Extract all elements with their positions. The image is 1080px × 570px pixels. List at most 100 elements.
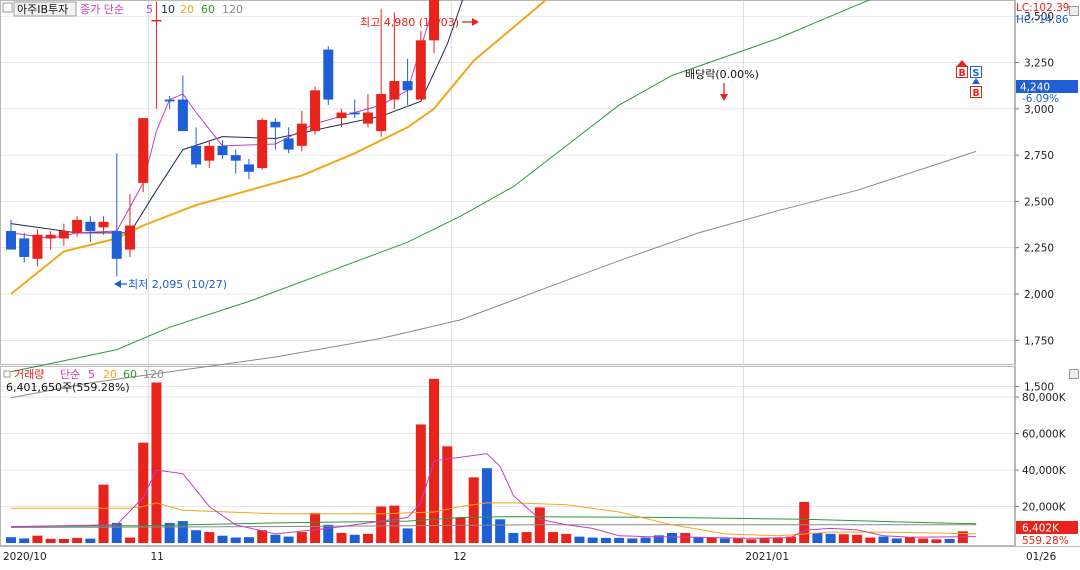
volume-tick-label: 40,000K — [1022, 465, 1067, 477]
volume-bar — [283, 536, 294, 543]
price-tick-label: 3,250 — [1024, 58, 1054, 70]
volume-bar — [336, 532, 347, 543]
price-tick-label: 2,750 — [1024, 150, 1054, 162]
volume-bar — [138, 442, 149, 543]
candle-body — [336, 112, 347, 119]
x-axis-label: 2020/10 — [3, 551, 47, 563]
volume-bar — [310, 512, 321, 543]
current-volume-pct: 559.28% — [1022, 535, 1069, 547]
volume-bar — [587, 537, 598, 543]
vlegend-ma5: 5 — [88, 368, 95, 381]
volume-bar — [825, 533, 836, 543]
volume-bar — [746, 539, 757, 543]
candle — [415, 31, 426, 100]
candle — [310, 86, 321, 135]
volume-bar — [217, 535, 228, 543]
x-axis-label: 11 — [150, 551, 163, 563]
volume-legend-icon[interactable] — [3, 370, 11, 378]
volume-bar — [296, 532, 307, 543]
volume-bar — [442, 446, 453, 543]
price-panel-frame — [0, 0, 1015, 365]
volume-bar — [759, 538, 770, 543]
hc-label: HC:-14.86 — [1016, 14, 1069, 26]
volume-bar — [733, 538, 744, 543]
candle-body — [389, 81, 400, 100]
candle-body — [323, 49, 334, 100]
candle-body — [138, 118, 149, 183]
volume-bar — [627, 538, 638, 543]
candle-body — [6, 231, 16, 250]
volume-tick-label: 20,000K — [1022, 502, 1067, 514]
volume-bar — [667, 532, 677, 543]
volume-bar — [838, 534, 849, 543]
candle — [323, 45, 334, 106]
candle-body — [204, 145, 215, 161]
volume-bar — [693, 537, 704, 543]
current-volume: 6,402K — [1022, 523, 1060, 535]
candle-body — [270, 121, 281, 128]
volume-panel-scroll-button[interactable] — [1069, 369, 1079, 379]
candle — [138, 118, 149, 193]
volume-bar — [455, 517, 466, 543]
candle-body — [191, 145, 202, 165]
volume-bar — [32, 535, 43, 543]
volume-bar — [495, 519, 506, 543]
volume-bar — [904, 537, 915, 543]
svg-text:B: B — [959, 68, 966, 79]
candle-body — [85, 221, 96, 232]
volume-bar — [918, 538, 929, 543]
price-tick-label: 1,750 — [1024, 335, 1054, 347]
candle-body — [124, 225, 135, 250]
price-tick-label: 3,000 — [1024, 104, 1054, 116]
candle-body — [45, 234, 56, 239]
volume-bar — [191, 530, 202, 543]
x-axis-labels: 2020/10 11 12 2021/01 01/26 — [3, 551, 1057, 563]
candle — [257, 118, 268, 170]
vlegend-ma60: 60 — [123, 368, 137, 381]
volume-bar — [521, 532, 532, 543]
candle-body — [243, 164, 254, 172]
legend-ma10: 10 — [161, 3, 175, 16]
volume-bar — [6, 537, 16, 543]
candle-body — [362, 112, 373, 124]
volume-bar — [878, 536, 889, 543]
volume-tick-label: 80,000K — [1022, 392, 1067, 404]
candle-body — [257, 119, 268, 169]
volume-bar — [389, 505, 400, 543]
legend-box-icon[interactable] — [2, 2, 13, 13]
current-volume-text: 6,401,650주(559.28%) — [6, 381, 130, 394]
volume-bar — [812, 532, 823, 543]
svg-text:B: B — [973, 88, 980, 99]
volume-bar — [600, 537, 611, 543]
candle-body — [58, 231, 69, 239]
candle-body — [32, 234, 43, 259]
price-tick-label: 2,000 — [1024, 289, 1054, 301]
event-annotation: 배당락(0.00%) — [685, 68, 759, 81]
volume-legend-title: 거래량 — [14, 368, 44, 381]
volume-bar — [640, 537, 651, 543]
volume-bar — [85, 538, 96, 543]
svg-text:S: S — [973, 68, 980, 79]
candle-body — [151, 19, 162, 22]
candle-body — [283, 138, 294, 150]
volume-bar — [706, 537, 717, 543]
volume-bar — [204, 532, 215, 543]
price-panel-scroll-button[interactable] — [1069, 6, 1079, 16]
volume-bar — [349, 534, 360, 543]
candle-body — [415, 40, 426, 100]
candle-body — [177, 99, 188, 132]
volume-bar — [719, 538, 730, 543]
legend-ma5: 5 — [146, 3, 153, 16]
x-axis-label: 01/26 — [1026, 551, 1057, 563]
volume-bar — [891, 538, 902, 543]
volume-bar — [548, 532, 559, 543]
volume-bar — [680, 532, 691, 543]
price-tick-label: 2,500 — [1024, 196, 1054, 208]
high-annotation: 최고 4,980 (12/03) — [360, 16, 459, 29]
volume-bar — [481, 468, 492, 543]
candle-body — [310, 90, 321, 132]
candle-body — [98, 221, 109, 228]
volume-bar — [45, 538, 56, 543]
legend-ma60: 60 — [201, 3, 215, 16]
volume-bar — [164, 522, 175, 543]
